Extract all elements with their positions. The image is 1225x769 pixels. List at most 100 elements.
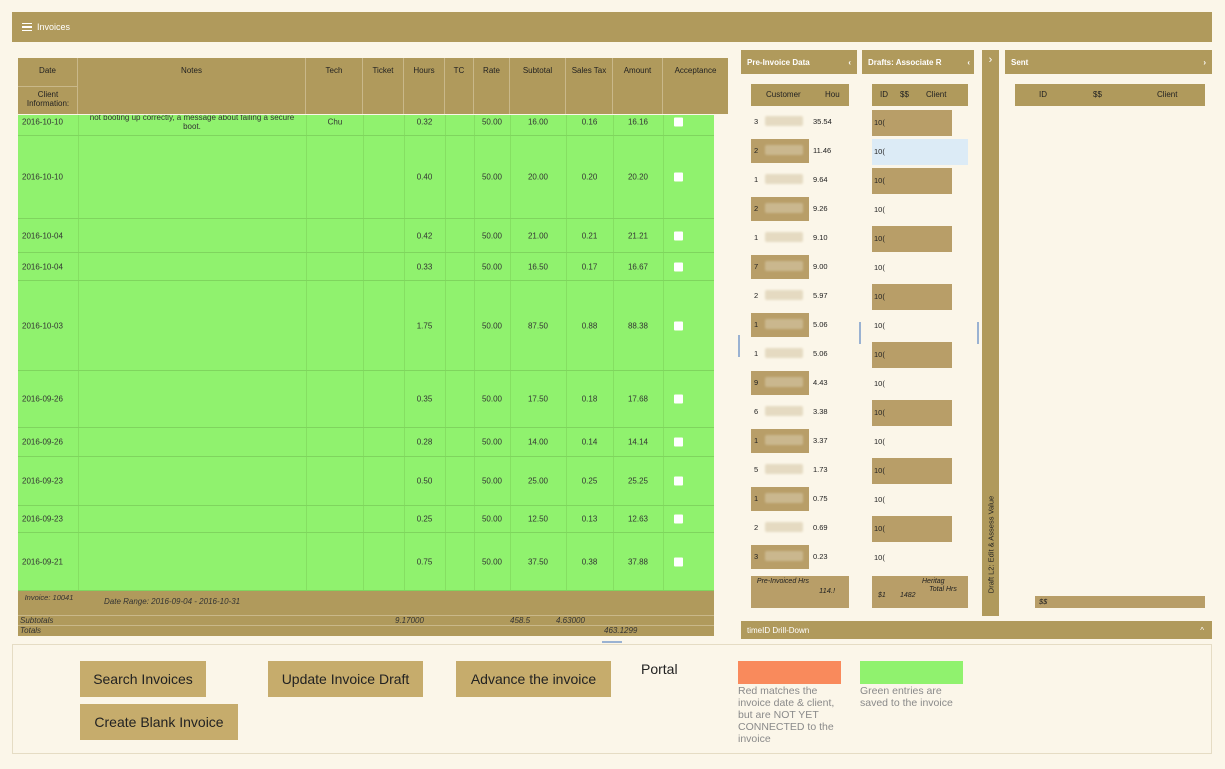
cell-rate[interactable]: 50.00	[474, 321, 510, 330]
list-item[interactable]: 5 1.73	[751, 456, 849, 483]
cell-tax[interactable]: 0.21	[566, 231, 613, 240]
cell-date[interactable]: 2016-10-03	[22, 321, 78, 330]
list-item[interactable]: 3 0.23	[751, 543, 849, 570]
cell-tax[interactable]: 0.16	[566, 118, 613, 127]
cell-date[interactable]: 2016-09-21	[22, 557, 78, 566]
list-item[interactable]: 10(	[872, 311, 968, 338]
acceptance-checkbox[interactable]	[674, 476, 683, 486]
cell-tax[interactable]: 0.14	[566, 438, 613, 447]
cell-amount[interactable]: 14.14	[613, 438, 663, 447]
cell-hours[interactable]: 0.42	[404, 231, 445, 240]
list-item[interactable]: 10(	[872, 456, 968, 484]
acceptance-checkbox[interactable]	[674, 557, 683, 566]
cell-rate[interactable]: 50.00	[474, 231, 510, 240]
table-row[interactable]: 2016-09-26 0.35 50.00 17.50 0.18 17.68	[18, 371, 714, 428]
cell-tax[interactable]: 0.20	[566, 173, 613, 182]
cell-amount[interactable]: 21.21	[613, 231, 663, 240]
col-client-header[interactable]: Client	[926, 90, 946, 99]
col-tech-header[interactable]: Tech	[306, 58, 363, 114]
cell-date[interactable]: 2016-10-10	[22, 118, 78, 127]
cell-subtotal[interactable]: 12.50	[510, 515, 566, 524]
acceptance-checkbox[interactable]	[674, 321, 683, 330]
cell-subtotal[interactable]: 16.50	[510, 262, 566, 271]
cell-rate[interactable]: 50.00	[474, 173, 510, 182]
table-row[interactable]: 2016-10-10 0.40 50.00 20.00 0.20 20.20	[18, 136, 714, 219]
col-customer-header[interactable]: Customer	[766, 90, 801, 99]
splitter-handle[interactable]	[602, 641, 622, 643]
list-item[interactable]: 10(	[872, 166, 968, 194]
cell-hours[interactable]: 0.33	[404, 262, 445, 271]
list-item[interactable]: 1 5.06	[751, 311, 849, 338]
acceptance-checkbox[interactable]	[674, 514, 683, 524]
expand-right-icon[interactable]: ›	[1203, 58, 1206, 67]
cell-subtotal[interactable]: 25.00	[510, 477, 566, 486]
cell-rate[interactable]: 50.00	[474, 438, 510, 447]
cell-amount[interactable]: 16.16	[613, 118, 663, 127]
col-salestax-header[interactable]: Sales Tax	[566, 58, 613, 114]
cell-amount[interactable]: 20.20	[613, 173, 663, 182]
cell-tech[interactable]: Chu	[307, 118, 363, 127]
col-notes-header[interactable]: Notes	[78, 58, 306, 114]
col-ticket-header[interactable]: Ticket	[363, 58, 404, 114]
cell-amount[interactable]: 17.68	[613, 395, 663, 404]
col-ss-header[interactable]: $$	[1093, 90, 1102, 99]
col-hours-header[interactable]: Hou	[825, 90, 840, 99]
splitter-handle[interactable]	[738, 335, 740, 357]
list-item[interactable]: 2 9.26	[751, 195, 849, 222]
list-item[interactable]: 10(	[872, 340, 968, 368]
cell-rate[interactable]: 50.00	[474, 515, 510, 524]
list-item[interactable]: 10(	[872, 224, 968, 252]
table-row[interactable]: 2016-10-03 1.75 50.00 87.50 0.88 88.38	[18, 281, 714, 371]
cell-subtotal[interactable]: 87.50	[510, 321, 566, 330]
cell-tax[interactable]: 0.18	[566, 395, 613, 404]
cell-tax[interactable]: 0.25	[566, 477, 613, 486]
col-hours-header[interactable]: Hours	[404, 58, 445, 114]
cell-tax[interactable]: 0.13	[566, 515, 613, 524]
list-item[interactable]: 1 9.64	[751, 166, 849, 193]
advance-invoice-button[interactable]: Advance the invoice	[456, 661, 611, 697]
cell-hours[interactable]: 0.25	[404, 515, 445, 524]
cell-date[interactable]: 2016-09-23	[22, 477, 78, 486]
collapse-left-icon[interactable]: ‹	[967, 58, 970, 67]
cell-subtotal[interactable]: 17.50	[510, 395, 566, 404]
table-row[interactable]: 2016-09-23 0.50 50.00 25.00 0.25 25.25	[18, 457, 714, 506]
cell-date[interactable]: 2016-10-04	[22, 231, 78, 240]
cell-subtotal[interactable]: 16.00	[510, 118, 566, 127]
list-item[interactable]: 10(	[872, 195, 968, 222]
collapse-left-icon[interactable]: ‹	[848, 58, 851, 67]
acceptance-checkbox[interactable]	[674, 262, 683, 271]
table-row[interactable]: 2016-10-04 0.42 50.00 21.00 0.21 21.21	[18, 219, 714, 253]
list-item[interactable]: 10(	[872, 485, 968, 512]
menu-icon[interactable]	[22, 21, 32, 34]
create-blank-invoice-button[interactable]: Create Blank Invoice	[80, 704, 238, 740]
splitter-handle[interactable]	[977, 322, 979, 344]
cell-hours[interactable]: 1.75	[404, 321, 445, 330]
cell-date[interactable]: 2016-09-23	[22, 515, 78, 524]
acceptance-checkbox[interactable]	[674, 394, 683, 404]
cell-rate[interactable]: 50.00	[474, 118, 510, 127]
list-item[interactable]: 6 3.38	[751, 398, 849, 425]
cell-subtotal[interactable]: 37.50	[510, 557, 566, 566]
col-tc-header[interactable]: TC	[445, 58, 474, 114]
list-item[interactable]: 7 9.00	[751, 253, 849, 280]
cell-rate[interactable]: 50.00	[474, 262, 510, 271]
cell-hours[interactable]: 0.75	[404, 557, 445, 566]
cell-hours[interactable]: 0.32	[404, 118, 445, 127]
cell-hours[interactable]: 0.28	[404, 438, 445, 447]
acceptance-checkbox[interactable]	[674, 117, 683, 127]
cell-notes[interactable]: not booting up correctly, a message abou…	[80, 115, 304, 131]
cell-tax[interactable]: 0.38	[566, 557, 613, 566]
col-acceptance-header[interactable]: Acceptance	[663, 58, 728, 114]
cell-date[interactable]: 2016-09-26	[22, 438, 78, 447]
acceptance-checkbox[interactable]	[674, 231, 683, 240]
table-row[interactable]: 2016-09-21 0.75 50.00 37.50 0.38 37.88	[18, 533, 714, 591]
cell-hours[interactable]: 0.40	[404, 173, 445, 182]
col-id-header[interactable]: ID	[880, 90, 888, 99]
list-item[interactable]: 2 0.69	[751, 514, 849, 541]
cell-date[interactable]: 2016-09-26	[22, 395, 78, 404]
cell-subtotal[interactable]: 20.00	[510, 173, 566, 182]
list-item[interactable]: 10(	[872, 108, 968, 136]
table-row[interactable]: 2016-09-26 0.28 50.00 14.00 0.14 14.14	[18, 428, 714, 457]
cell-date[interactable]: 2016-10-04	[22, 262, 78, 271]
list-item[interactable]: 1 0.75	[751, 485, 849, 512]
